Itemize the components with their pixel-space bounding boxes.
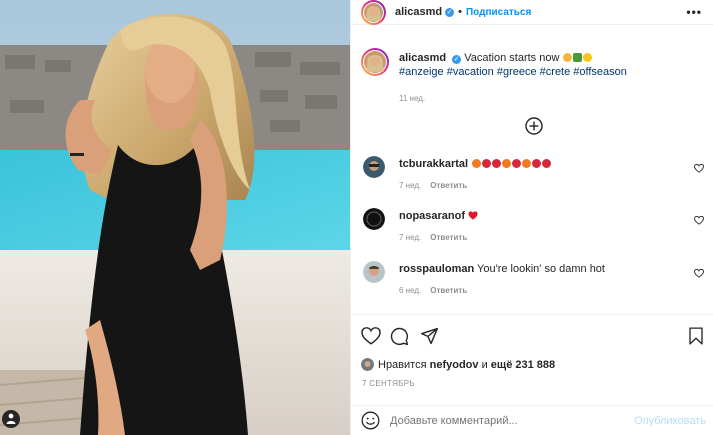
comment-username[interactable]: rosspauloman: [399, 263, 474, 275]
rose-icon: [542, 159, 552, 168]
rose-icon: [532, 159, 542, 168]
avatar: [361, 358, 374, 371]
commenter-avatar[interactable]: [363, 208, 385, 230]
comment-icon[interactable]: [390, 327, 409, 346]
post-header: alicasmd ✓ • Подписаться •••: [351, 0, 713, 25]
verified-badge-icon: ✓: [452, 55, 462, 64]
reply-button[interactable]: Ответить: [430, 233, 467, 242]
commenter-avatar[interactable]: [363, 261, 385, 283]
comment-item: nopasaranof 7 нед. Ответить: [361, 206, 706, 246]
post-date[interactable]: 7 СЕНТЯБРЬ: [362, 379, 415, 388]
fire-icon: [502, 159, 512, 168]
verified-badge-icon: ✓: [445, 7, 455, 17]
follow-button[interactable]: Подписаться: [466, 7, 531, 18]
reply-button[interactable]: Ответить: [430, 181, 467, 190]
caption-text-block: alicasmd ✓ Vacation starts now #anzeige …: [399, 51, 699, 79]
avatar: [364, 2, 383, 22]
comment-meta: 6 нед. Ответить: [399, 286, 467, 295]
rose-icon: [482, 159, 492, 168]
comment-body: tcburakkartal: [399, 158, 552, 170]
caption-time[interactable]: 11 нед.: [399, 94, 425, 103]
liked-by-username[interactable]: nefyodov: [430, 359, 479, 371]
likes-summary: Нравится nefyodov и ещё 231 888: [361, 358, 555, 371]
caption-avatar-ring[interactable]: [361, 48, 389, 76]
comment-item: tcburakkartal 7 нед. Ответить: [361, 154, 706, 194]
rose-icon: [492, 159, 502, 168]
add-comment-bar: Опубликовать: [351, 405, 713, 435]
comment-input[interactable]: [390, 414, 610, 427]
author-avatar-ring[interactable]: [361, 0, 386, 25]
comment-username[interactable]: tcburakkartal: [399, 158, 468, 170]
comment-item: rosspauloman You're lookin' so damn hot …: [361, 259, 706, 299]
user-icon: [6, 413, 16, 424]
comment-text: You're lookin' so damn hot: [477, 263, 605, 275]
comment-meta: 7 нед. Ответить: [399, 181, 467, 190]
like-comment-heart-icon[interactable]: [694, 216, 704, 225]
avatar: [364, 51, 386, 73]
comment-meta: 7 нед. Ответить: [399, 233, 467, 242]
liker-avatar[interactable]: [361, 358, 374, 371]
commenter-avatar[interactable]: [363, 156, 385, 178]
like-comment-heart-icon[interactable]: [694, 164, 704, 173]
action-icons: [361, 327, 704, 347]
comment-username[interactable]: nopasaranof: [399, 210, 465, 222]
comment-time[interactable]: 7 нед.: [399, 233, 421, 242]
red-heart-icon: [468, 211, 478, 220]
comment-time[interactable]: 6 нед.: [399, 286, 421, 295]
post-photo[interactable]: [0, 0, 350, 435]
avatar: [363, 208, 385, 230]
avatar: [363, 156, 385, 178]
palm-tree-icon: [573, 53, 583, 62]
avatar: [363, 261, 385, 283]
reply-button[interactable]: Ответить: [430, 286, 467, 295]
post-sidebar: alicasmd ✓ • Подписаться ••• alicasmd ✓ …: [350, 0, 713, 435]
plus-circle-icon[interactable]: [525, 117, 543, 135]
caption-text: Vacation starts now: [464, 52, 560, 64]
share-icon[interactable]: [420, 327, 439, 345]
separator-dot: •: [458, 6, 462, 18]
comment-body: rosspauloman You're lookin' so damn hot: [399, 263, 605, 275]
like-comment-heart-icon[interactable]: [694, 269, 704, 278]
fire-icon: [522, 159, 532, 168]
instagram-post: alicasmd ✓ • Подписаться ••• alicasmd ✓ …: [0, 0, 713, 435]
publish-button[interactable]: Опубликовать: [634, 415, 706, 427]
likes-and: и: [481, 358, 488, 371]
rose-icon: [512, 159, 522, 168]
comment-time[interactable]: 7 нед.: [399, 181, 421, 190]
heart-icon[interactable]: [361, 327, 381, 345]
caption-username[interactable]: alicasmd: [399, 52, 446, 64]
post-actions: Нравится nefyodov и ещё 231 888 7 СЕНТЯБ…: [351, 314, 713, 390]
more-options-icon[interactable]: •••: [686, 5, 702, 19]
vacation-photo: [0, 0, 350, 435]
likes-prefix: Нравится: [378, 358, 427, 371]
emoji-picker-icon[interactable]: [361, 411, 380, 430]
author-username[interactable]: alicasmd: [395, 6, 442, 18]
likes-count-button[interactable]: ещё 231 888: [491, 359, 555, 371]
smiling-face-with-heart-eyes-icon: [563, 53, 573, 62]
fire-icon: [472, 159, 482, 168]
sun-icon: [583, 53, 593, 62]
caption-hashtags[interactable]: #anzeige #vacation #greece #crete #offse…: [399, 66, 627, 78]
tagged-users-button[interactable]: [2, 410, 20, 428]
comment-body: nopasaranof: [399, 210, 478, 222]
bookmark-icon[interactable]: [688, 327, 704, 345]
